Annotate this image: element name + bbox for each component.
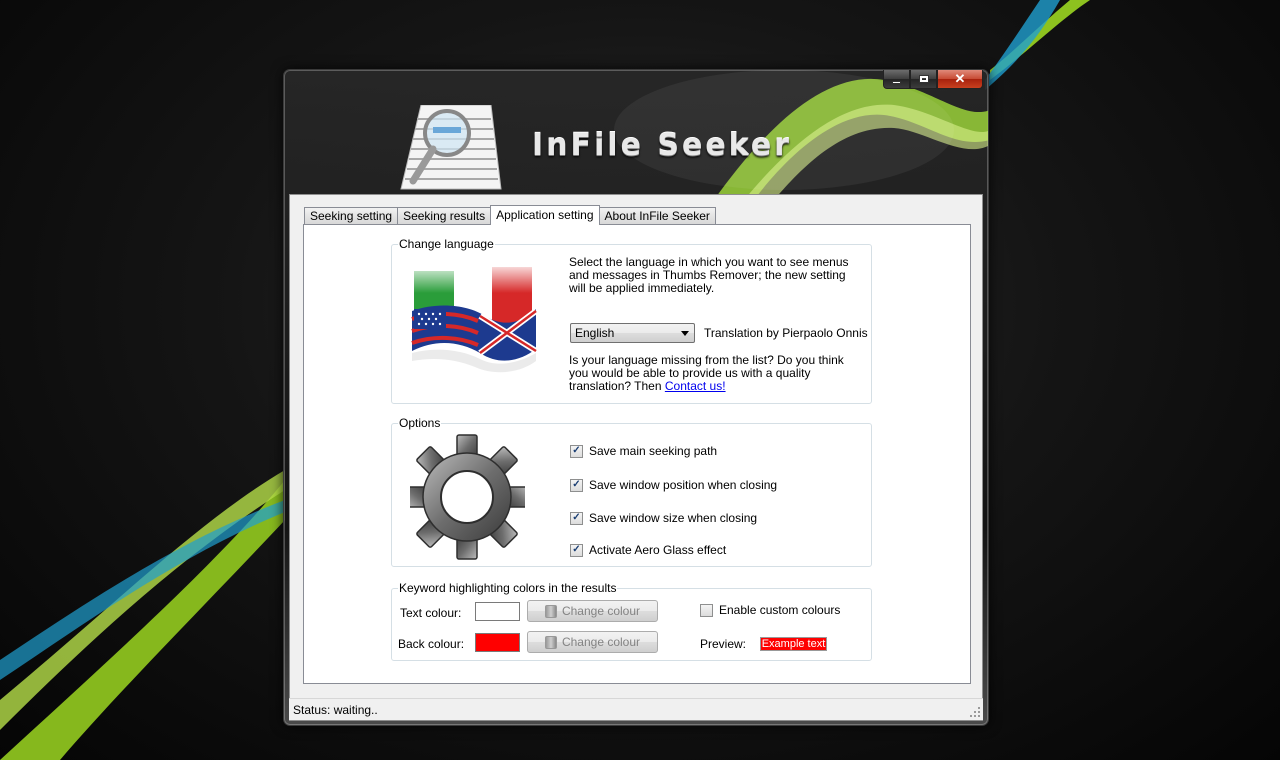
text-colour-swatch: [475, 602, 520, 621]
tab-application-setting[interactable]: Application setting: [490, 205, 600, 225]
language-dropdown[interactable]: English: [570, 323, 695, 343]
maximize-icon: [918, 75, 929, 83]
gear-icon: [410, 434, 525, 560]
missing-language-text: Is your language missing from the list? …: [569, 354, 854, 393]
language-dropdown-value: English: [575, 326, 615, 340]
save-size-label: Save window size when closing: [589, 511, 758, 525]
save-position-label: Save window position when closing: [589, 478, 778, 492]
resize-grip-icon[interactable]: [969, 706, 981, 718]
options-group: Options ✓ Save main seeking path ✓ Save …: [391, 416, 872, 567]
save-path-label: Save main seeking path: [589, 444, 718, 458]
keyword-colors-legend: Keyword highlighting colors in the resul…: [398, 581, 618, 595]
aero-glass-checkbox[interactable]: ✓: [570, 543, 583, 557]
app-window: ✕ InFile Seeker Seeking setting Seeking …: [283, 69, 989, 726]
minimize-button[interactable]: [883, 70, 910, 89]
palette-icon: [544, 635, 557, 649]
text-colour-label: Text colour:: [400, 606, 462, 620]
translation-credit: Translation by Pierpaolo Onnis: [704, 326, 868, 340]
client-area: Seeking setting Seeking results Applicat…: [289, 194, 983, 721]
palette-icon: [544, 604, 557, 618]
caption-buttons: ✕: [883, 70, 983, 89]
change-text-colour-button[interactable]: Change colour: [527, 600, 658, 622]
tab-seeking-setting[interactable]: Seeking setting: [304, 207, 399, 225]
aero-glass-label: Activate Aero Glass effect: [589, 543, 727, 557]
status-text: Status: waiting..: [293, 703, 378, 717]
flags-icon: [411, 261, 538, 373]
change-text-colour-label: Change colour: [561, 604, 641, 618]
enable-custom-colours-label: Enable custom colours: [719, 603, 841, 617]
language-description: Select the language in which you want to…: [569, 255, 849, 295]
contact-us-link[interactable]: Contact us!: [665, 379, 726, 393]
tab-about[interactable]: About InFile Seeker: [598, 207, 716, 225]
change-language-legend: Change language: [398, 237, 495, 251]
preview-label: Preview:: [700, 637, 747, 651]
keyword-colors-group: Keyword highlighting colors in the resul…: [391, 581, 872, 661]
close-button[interactable]: ✕: [937, 70, 983, 89]
minimize-icon: [892, 80, 901, 84]
enable-custom-colours-checkbox[interactable]: ✓: [700, 603, 713, 617]
change-back-colour-button[interactable]: Change colour: [527, 631, 658, 653]
options-legend: Options: [398, 416, 442, 430]
change-language-group: Change language Select the language in w…: [391, 237, 872, 404]
chevron-down-icon: [681, 331, 689, 336]
option-save-path[interactable]: ✓ Save main seeking path: [570, 444, 717, 458]
tab-seeking-results[interactable]: Seeking results: [397, 207, 492, 225]
back-colour-swatch: [475, 633, 520, 652]
option-save-position[interactable]: ✓ Save window position when closing: [570, 478, 777, 492]
change-back-colour-label: Change colour: [561, 635, 641, 649]
app-title: InFile Seeker: [532, 128, 792, 163]
status-bar: Status: waiting..: [289, 698, 983, 720]
close-icon: ✕: [954, 71, 966, 86]
back-colour-label: Back colour:: [398, 637, 465, 651]
save-position-checkbox[interactable]: ✓: [570, 478, 583, 492]
maximize-button[interactable]: [910, 70, 937, 89]
option-enable-custom-colours[interactable]: ✓ Enable custom colours: [700, 603, 840, 617]
save-size-checkbox[interactable]: ✓: [570, 511, 583, 525]
save-path-checkbox[interactable]: ✓: [570, 444, 583, 458]
application-setting-panel: Change language Select the language in w…: [303, 224, 971, 684]
option-aero-glass[interactable]: ✓ Activate Aero Glass effect: [570, 543, 726, 557]
magnifier-document-icon: [400, 105, 502, 190]
preview-example-text: Example text: [760, 637, 827, 651]
tab-strip: Seeking setting Seeking results Applicat…: [304, 205, 716, 225]
option-save-size[interactable]: ✓ Save window size when closing: [570, 511, 757, 525]
